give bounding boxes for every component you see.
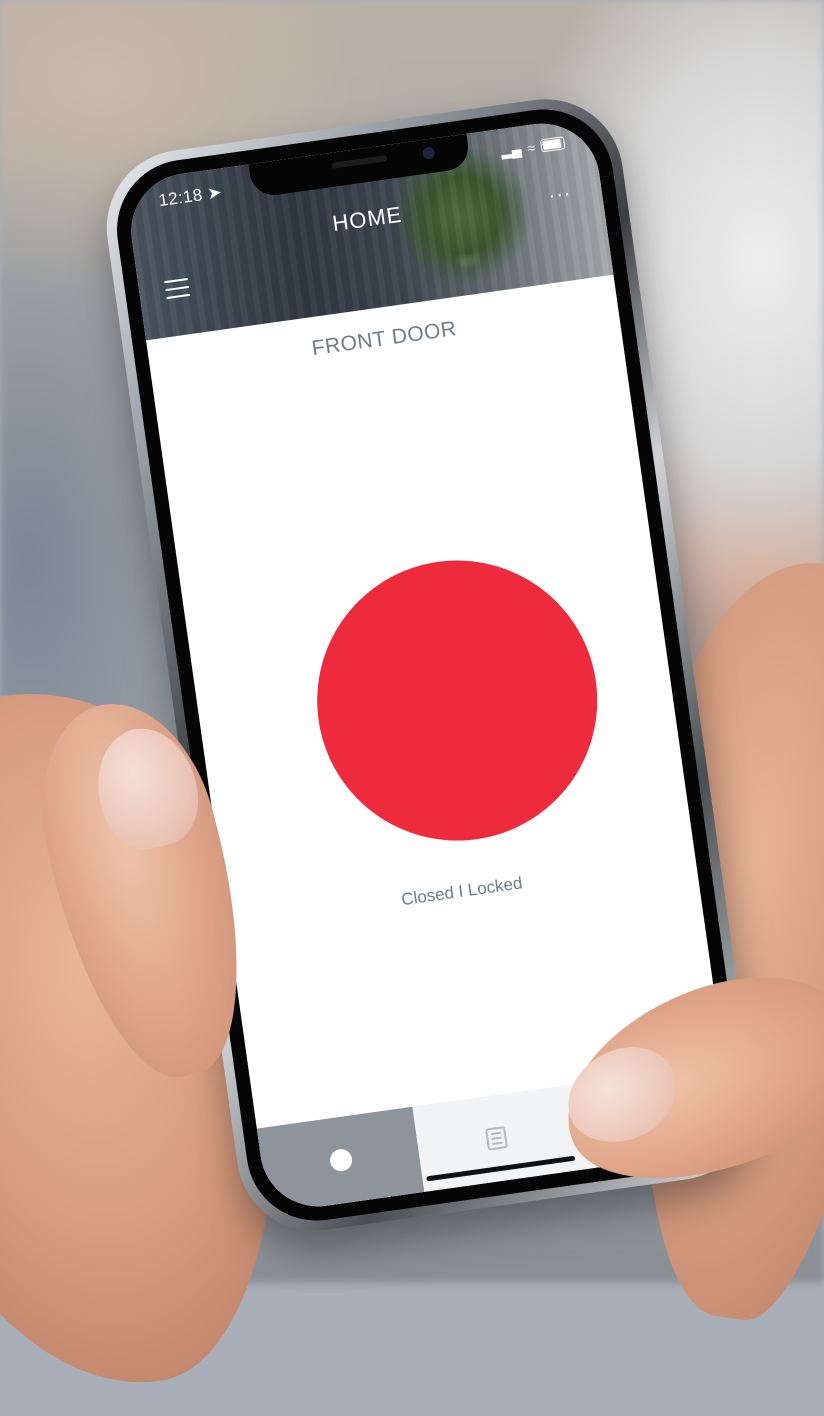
lock-toggle-button[interactable] bbox=[299, 542, 616, 859]
menu-icon-line bbox=[165, 285, 190, 292]
location-arrow-icon: ➤ bbox=[206, 182, 224, 204]
lock-status-text: Closed I Locked bbox=[400, 873, 524, 910]
lock-dot-icon bbox=[328, 1147, 354, 1173]
tab-lock[interactable] bbox=[256, 1106, 425, 1214]
battery-icon bbox=[539, 136, 566, 153]
menu-button[interactable] bbox=[164, 277, 191, 300]
list-icon bbox=[485, 1126, 508, 1151]
more-options-button[interactable]: ... bbox=[547, 178, 573, 204]
signal-icon: ▂▄ bbox=[499, 140, 523, 160]
wifi-icon: ≈ bbox=[526, 138, 537, 156]
